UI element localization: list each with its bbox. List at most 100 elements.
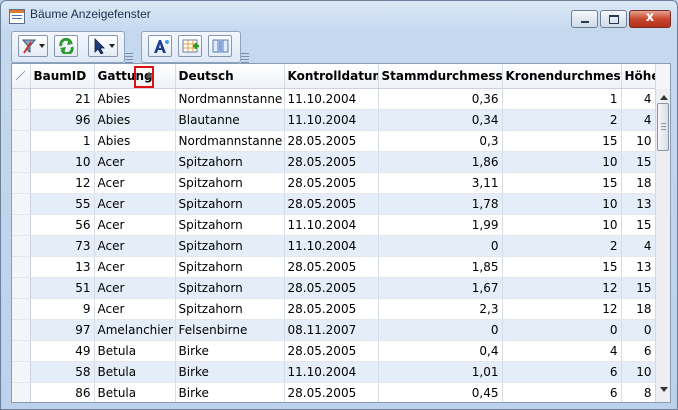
table-cell[interactable]: Spitzahorn: [175, 151, 285, 173]
table-cell[interactable]: 0,3: [378, 130, 503, 152]
table-cell[interactable]: 6: [502, 382, 622, 402]
row-header[interactable]: [12, 382, 31, 402]
table-cell[interactable]: Birke: [175, 340, 285, 362]
table-cell[interactable]: 18: [621, 298, 656, 320]
table-cell[interactable]: 4: [502, 340, 622, 362]
column-header-kronendurchmesser[interactable]: Kronendurchmesser: [502, 64, 622, 89]
row-header[interactable]: [12, 319, 31, 341]
table-cell[interactable]: Felsenbirne: [175, 319, 285, 341]
table-cell[interactable]: 28.05.2005: [284, 340, 379, 362]
table-cell[interactable]: 10: [30, 151, 95, 173]
scroll-thumb[interactable]: [657, 103, 669, 151]
table-row[interactable]: 56 Acer Spitzahorn 11.10.2004 1,99 10 15: [12, 214, 656, 236]
table-row[interactable]: 13 Acer Spitzahorn 28.05.2005 1,85 15 13: [12, 256, 656, 278]
table-cell[interactable]: 10: [502, 151, 622, 173]
table-cell[interactable]: 12: [502, 277, 622, 299]
table-cell[interactable]: 0,4: [378, 340, 503, 362]
title-bar[interactable]: Bäume Anzeigefenster x: [1, 1, 677, 29]
table-row[interactable]: 12 Acer Spitzahorn 28.05.2005 3,11 15 18: [12, 172, 656, 194]
row-header[interactable]: [12, 235, 31, 257]
table-cell[interactable]: 28.05.2005: [284, 382, 379, 402]
table-cell[interactable]: 10: [502, 193, 622, 215]
table-cell[interactable]: 1,67: [378, 277, 503, 299]
row-header[interactable]: [12, 361, 31, 383]
add-grid-button[interactable]: [178, 35, 202, 57]
table-cell[interactable]: 0: [378, 235, 503, 257]
table-cell[interactable]: Abies: [94, 109, 176, 131]
table-cell[interactable]: 1,99: [378, 214, 503, 236]
table-cell[interactable]: Spitzahorn: [175, 193, 285, 215]
minimize-button[interactable]: [571, 10, 598, 28]
column-header-kontrolldatum[interactable]: Kontrolldatum: [284, 64, 379, 89]
table-cell[interactable]: 1,85: [378, 256, 503, 278]
table-cell[interactable]: 15: [621, 151, 656, 173]
table-cell[interactable]: 2: [502, 235, 622, 257]
table-cell[interactable]: Spitzahorn: [175, 214, 285, 236]
refresh-button[interactable]: [54, 35, 78, 57]
table-cell[interactable]: 10: [502, 214, 622, 236]
table-cell[interactable]: 10: [621, 130, 656, 152]
table-cell[interactable]: Abies: [94, 130, 176, 152]
row-header[interactable]: [12, 151, 31, 173]
maximize-button[interactable]: [600, 10, 627, 28]
table-row[interactable]: 96 Abies Blautanne 11.10.2004 0,34 2 4: [12, 109, 656, 131]
table-cell[interactable]: 28.05.2005: [284, 172, 379, 194]
table-row[interactable]: 58 Betula Birke 11.10.2004 1,01 6 10: [12, 361, 656, 383]
row-header[interactable]: [12, 193, 31, 215]
table-cell[interactable]: 6: [621, 340, 656, 362]
table-cell[interactable]: 0: [378, 319, 503, 341]
table-cell[interactable]: 0,34: [378, 109, 503, 131]
table-cell[interactable]: Acer: [94, 277, 176, 299]
table-cell[interactable]: 12: [502, 298, 622, 320]
scroll-up-icon[interactable]: [660, 95, 668, 100]
table-cell[interactable]: 21: [30, 88, 95, 110]
table-cell[interactable]: Acer: [94, 298, 176, 320]
table-cell[interactable]: 0: [502, 319, 622, 341]
table-cell[interactable]: 3,11: [378, 172, 503, 194]
table-cell[interactable]: Acer: [94, 193, 176, 215]
table-cell[interactable]: 13: [30, 256, 95, 278]
table-cell[interactable]: 18: [621, 172, 656, 194]
table-cell[interactable]: 2: [502, 109, 622, 131]
table-cell[interactable]: Birke: [175, 382, 285, 402]
text-style-button[interactable]: [148, 35, 172, 57]
table-cell[interactable]: 28.05.2005: [284, 151, 379, 173]
row-header[interactable]: [12, 277, 31, 299]
table-cell[interactable]: 73: [30, 235, 95, 257]
table-cell[interactable]: 12: [30, 172, 95, 194]
table-cell[interactable]: 15: [621, 214, 656, 236]
table-cell[interactable]: 1: [30, 130, 95, 152]
close-button[interactable]: x: [629, 10, 671, 28]
table-cell[interactable]: Acer: [94, 151, 176, 173]
table-cell[interactable]: Spitzahorn: [175, 256, 285, 278]
row-header[interactable]: [12, 298, 31, 320]
table-cell[interactable]: 6: [502, 361, 622, 383]
row-header[interactable]: [12, 88, 31, 110]
table-cell[interactable]: 0,36: [378, 88, 503, 110]
table-row[interactable]: 51 Acer Spitzahorn 28.05.2005 1,67 12 15: [12, 277, 656, 299]
table-row[interactable]: 73 Acer Spitzahorn 11.10.2004 0 2 4: [12, 235, 656, 257]
table-cell[interactable]: 28.05.2005: [284, 193, 379, 215]
table-cell[interactable]: 56: [30, 214, 95, 236]
table-cell[interactable]: Blautanne: [175, 109, 285, 131]
table-cell[interactable]: Betula: [94, 361, 176, 383]
table-cell[interactable]: Betula: [94, 382, 176, 402]
table-cell[interactable]: 4: [621, 109, 656, 131]
toolbar-grip[interactable]: [125, 53, 133, 63]
table-cell[interactable]: 9: [30, 298, 95, 320]
vertical-scrollbar[interactable]: [655, 89, 670, 402]
row-header[interactable]: [12, 256, 31, 278]
table-cell[interactable]: Abies: [94, 88, 176, 110]
table-cell[interactable]: Nordmannstanne: [175, 88, 285, 110]
table-cell[interactable]: 58: [30, 361, 95, 383]
table-row[interactable]: 9 Acer Spitzahorn 28.05.2005 2,3 12 18: [12, 298, 656, 320]
table-cell[interactable]: 1,78: [378, 193, 503, 215]
table-cell[interactable]: 28.05.2005: [284, 298, 379, 320]
table-cell[interactable]: Amelanchier: [94, 319, 176, 341]
table-cell[interactable]: 15: [621, 277, 656, 299]
table-cell[interactable]: Nordmannstanne: [175, 130, 285, 152]
table-cell[interactable]: 2,3: [378, 298, 503, 320]
table-cell[interactable]: 0,45: [378, 382, 503, 402]
table-cell[interactable]: Spitzahorn: [175, 298, 285, 320]
table-cell[interactable]: 97: [30, 319, 95, 341]
